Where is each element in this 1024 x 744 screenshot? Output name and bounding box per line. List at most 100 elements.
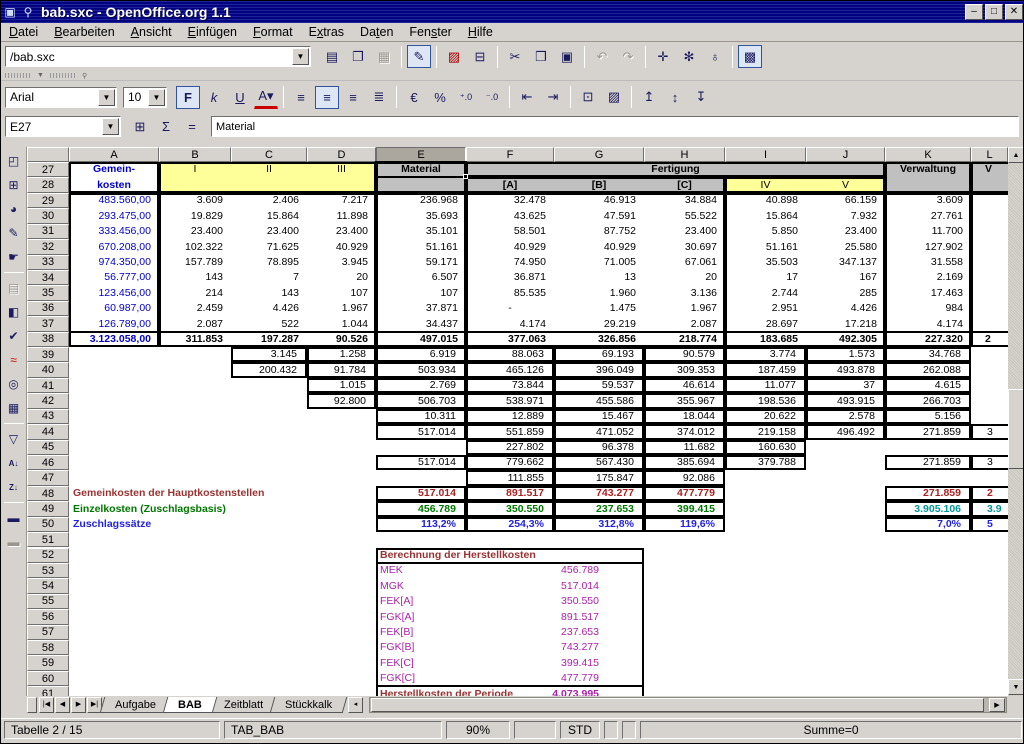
- cell-I37[interactable]: 28.697: [725, 316, 806, 331]
- sort-descending-icon[interactable]: Z↓: [2, 476, 25, 498]
- cell-B29[interactable]: 3.609: [159, 193, 231, 208]
- cell-C30[interactable]: 15.864: [231, 208, 307, 223]
- cell-E59[interactable]: 399.415: [376, 655, 644, 670]
- row-header-48[interactable]: 48: [27, 486, 69, 501]
- cell-H46[interactable]: 385.694: [644, 455, 725, 470]
- cell-H43[interactable]: 18.044: [644, 409, 725, 424]
- cell-K38[interactable]: 227.320: [885, 332, 971, 347]
- cell-J28[interactable]: V: [806, 177, 885, 192]
- cell-J34[interactable]: 167: [806, 270, 885, 285]
- cell-K41[interactable]: 4.615: [885, 378, 971, 393]
- pin-icon[interactable]: ⚲: [19, 5, 37, 19]
- cell-G38[interactable]: 326.856: [554, 332, 644, 347]
- align-left-icon[interactable]: ≡: [289, 86, 313, 109]
- cell-F45[interactable]: 227.802: [466, 440, 554, 455]
- row-header-56[interactable]: 56: [27, 609, 69, 624]
- cell-H38[interactable]: 218.774: [644, 332, 725, 347]
- cell-D42[interactable]: 92.800: [307, 393, 376, 408]
- url-combobox[interactable]: /bab.sxc ▼: [5, 46, 311, 67]
- row-header-53[interactable]: 53: [27, 563, 69, 578]
- next-sheet-button[interactable]: ▶: [71, 697, 86, 713]
- cell-A29[interactable]: 483.560,00: [69, 193, 159, 208]
- cell-A50[interactable]: Zuschlagssätze: [69, 517, 376, 532]
- row-header-33[interactable]: 33: [27, 255, 69, 270]
- tab-scroll-left-icon[interactable]: ◂: [348, 697, 363, 713]
- cell-E56[interactable]: 891.517: [376, 609, 644, 624]
- cell-K35[interactable]: 17.463: [885, 285, 971, 300]
- align-top-icon[interactable]: ↥: [637, 86, 661, 109]
- row-header-38[interactable]: 38: [27, 332, 69, 347]
- cell-G39[interactable]: 69.193: [554, 347, 644, 362]
- cell-F50[interactable]: 254,3%: [466, 517, 554, 532]
- new-document-icon[interactable]: ▤: [320, 45, 344, 68]
- cell-H30[interactable]: 55.522: [644, 208, 725, 223]
- cell-E54[interactable]: 517.014: [376, 578, 644, 593]
- cell-K49[interactable]: 3.905.106: [885, 501, 971, 516]
- cell-F32[interactable]: 40.929: [466, 239, 554, 254]
- cell-I45[interactable]: 160.630: [725, 440, 806, 455]
- cell-L48[interactable]: 2: [971, 486, 1008, 501]
- cell-E58[interactable]: 743.277: [376, 640, 644, 655]
- cell-D35[interactable]: 107: [307, 285, 376, 300]
- export-pdf-icon[interactable]: ▨: [442, 45, 466, 68]
- cell-C33[interactable]: 78.895: [231, 255, 307, 270]
- cell-F46[interactable]: 779.662: [466, 455, 554, 470]
- cell-F44[interactable]: 551.859: [466, 424, 554, 439]
- data-sources-icon[interactable]: ▦: [2, 397, 25, 419]
- cell-F49[interactable]: 350.550: [466, 501, 554, 516]
- cell-G49[interactable]: 237.653: [554, 501, 644, 516]
- hyperlink-bar-collapsed[interactable]: ▼ ⚲: [1, 71, 1024, 81]
- cell-D33[interactable]: 3.945: [307, 255, 376, 270]
- cell-H49[interactable]: 399.415: [644, 501, 725, 516]
- column-header-B[interactable]: B: [159, 147, 231, 162]
- cell-F34[interactable]: 36.871: [466, 270, 554, 285]
- cell-I35[interactable]: 2.744: [725, 285, 806, 300]
- cell-G41[interactable]: 59.537: [554, 378, 644, 393]
- formula-icon[interactable]: =: [180, 115, 204, 138]
- row-header-58[interactable]: 58: [27, 640, 69, 655]
- cell-A34[interactable]: 56.777,00: [69, 270, 159, 285]
- cell-H29[interactable]: 34.884: [644, 193, 725, 208]
- function-autopilot-icon[interactable]: ⊞: [128, 115, 152, 138]
- cell-L27[interactable]: V: [971, 162, 1008, 177]
- cell-C36[interactable]: 4.426: [231, 301, 307, 316]
- row-header-59[interactable]: 59: [27, 655, 69, 670]
- grid-corner-box[interactable]: [27, 147, 69, 162]
- row-header-52[interactable]: 52: [27, 548, 69, 563]
- cell-D41[interactable]: 1.015: [307, 378, 376, 393]
- cell-E39[interactable]: 6.919: [376, 347, 466, 362]
- first-sheet-button[interactable]: |◀: [39, 697, 54, 713]
- cell-E46[interactable]: 517.014: [376, 455, 466, 470]
- cell-E50[interactable]: 113,2%: [376, 517, 466, 532]
- open-document-icon[interactable]: ❐: [346, 45, 370, 68]
- cell-I34[interactable]: 17: [725, 270, 806, 285]
- sheet-tab-aufgabe[interactable]: Aufgabe: [100, 697, 172, 713]
- zoom-panel[interactable]: 90%: [446, 721, 510, 739]
- row-header-55[interactable]: 55: [27, 594, 69, 609]
- cell-L49[interactable]: 3.9: [971, 501, 1008, 516]
- row-header-40[interactable]: 40: [27, 362, 69, 377]
- scroll-down-icon[interactable]: ▼: [1008, 679, 1024, 695]
- cell-F29[interactable]: 32.478: [466, 193, 554, 208]
- cell-K32[interactable]: 127.902: [885, 239, 971, 254]
- name-box-dropdown-icon[interactable]: ▼: [102, 118, 119, 135]
- cell-J37[interactable]: 17.218: [806, 316, 885, 331]
- cell-D39[interactable]: 1.258: [307, 347, 376, 362]
- align-vcenter-icon[interactable]: ↕: [663, 86, 687, 109]
- cell-F39[interactable]: 88.063: [466, 347, 554, 362]
- menu-item-fenster[interactable]: Fenster: [401, 24, 459, 40]
- cell-H35[interactable]: 3.136: [644, 285, 725, 300]
- align-center-icon[interactable]: ≡: [315, 86, 339, 109]
- cell-E55[interactable]: 350.550: [376, 594, 644, 609]
- window-icon[interactable]: ▣: [1, 5, 19, 19]
- cell-F42[interactable]: 538.971: [466, 393, 554, 408]
- cell-K31[interactable]: 11.700: [885, 224, 971, 239]
- pin-icon[interactable]: ⚲: [82, 72, 87, 80]
- row-header-29[interactable]: 29: [27, 193, 69, 208]
- cell-F43[interactable]: 12.889: [466, 409, 554, 424]
- row-header-41[interactable]: 41: [27, 378, 69, 393]
- cell-F30[interactable]: 43.625: [466, 208, 554, 223]
- cell-H40[interactable]: 309.353: [644, 362, 725, 377]
- cell-D30[interactable]: 11.898: [307, 208, 376, 223]
- cell-F48[interactable]: 891.517: [466, 486, 554, 501]
